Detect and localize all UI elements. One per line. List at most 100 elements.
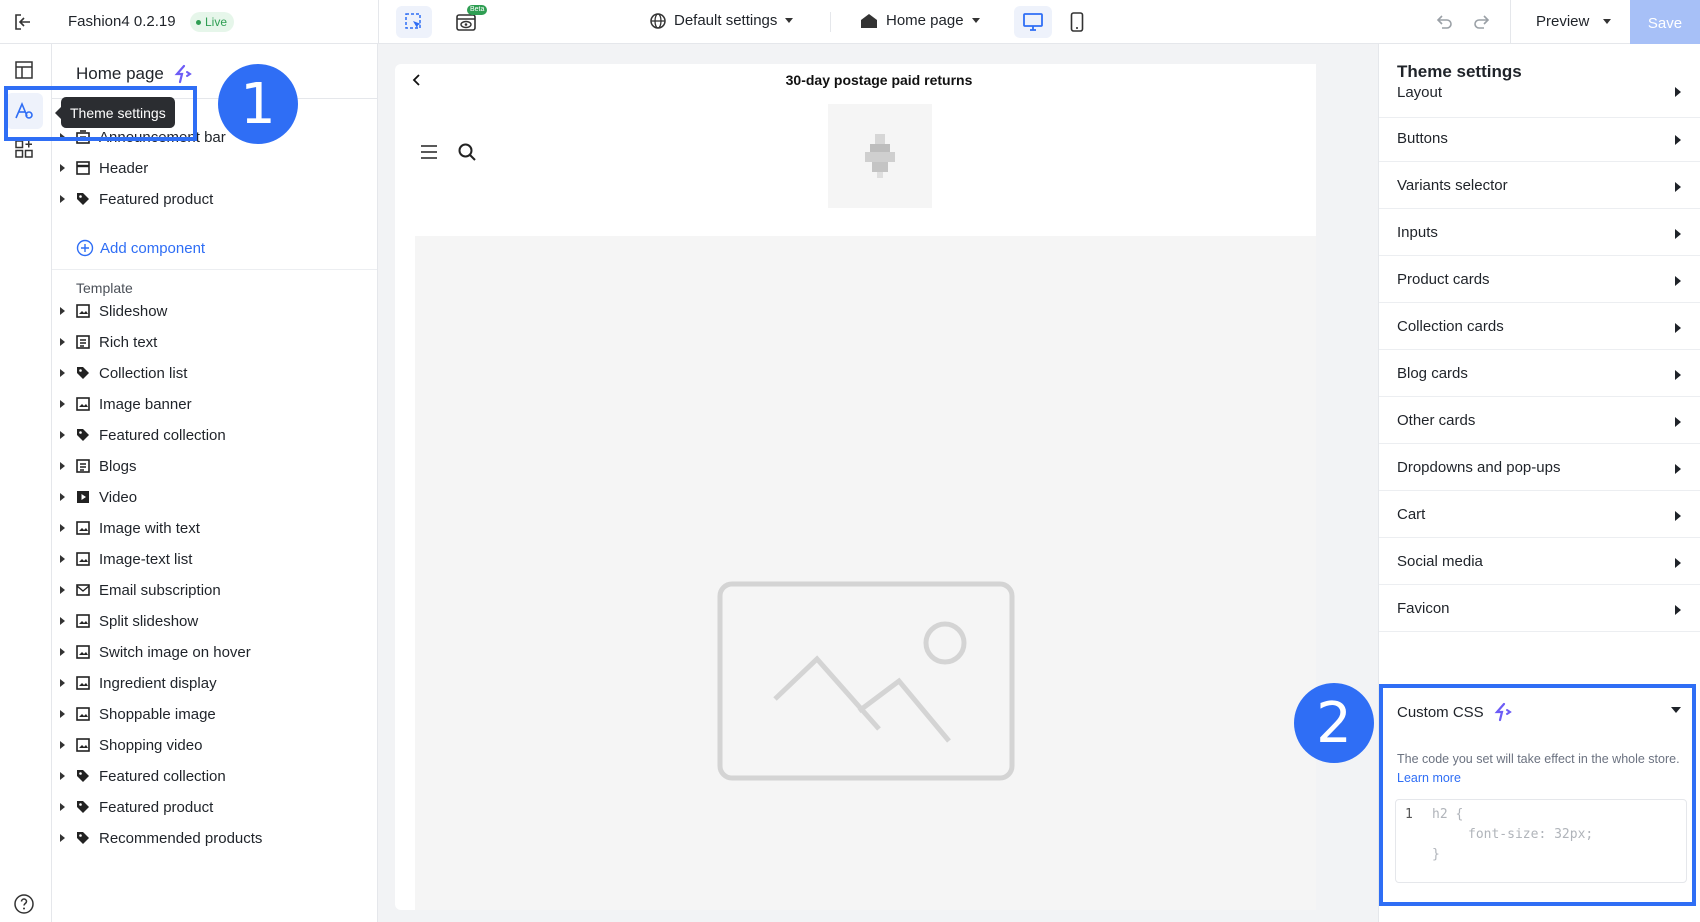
settings-row[interactable]: Layout xyxy=(1379,71,1700,118)
section-item[interactable]: Featured collection xyxy=(60,423,226,447)
chevron-right-icon xyxy=(1675,464,1681,474)
settings-row[interactable]: Dropdowns and pop-ups xyxy=(1379,444,1700,491)
settings-row[interactable]: Cart xyxy=(1379,491,1700,538)
undo-icon[interactable] xyxy=(1434,12,1454,32)
expand-triangle-icon[interactable] xyxy=(60,710,65,718)
section-item[interactable]: Featured product xyxy=(60,795,213,819)
live-badge: Live xyxy=(190,12,235,32)
preview-dropdown[interactable]: Preview xyxy=(1536,13,1612,30)
page-label: Home page xyxy=(886,12,964,29)
settings-row[interactable]: Blog cards xyxy=(1379,350,1700,397)
expand-triangle-icon[interactable] xyxy=(60,679,65,687)
tag-icon xyxy=(75,768,91,784)
section-item[interactable]: Blogs xyxy=(60,454,137,478)
section-label: Shopping video xyxy=(99,736,203,754)
expand-triangle-icon[interactable] xyxy=(60,524,65,532)
store-logo[interactable] xyxy=(828,104,932,208)
expand-triangle-icon[interactable] xyxy=(60,307,65,315)
section-item[interactable]: Image with text xyxy=(60,516,200,540)
settings-row-label: Other cards xyxy=(1397,411,1476,429)
expand-triangle-icon[interactable] xyxy=(60,772,65,780)
section-item[interactable]: Featured collection xyxy=(60,764,226,788)
market-dropdown[interactable]: Default settings xyxy=(650,12,794,29)
expand-triangle-icon[interactable] xyxy=(60,369,65,377)
theme-title: Fashion4 0.2.19 xyxy=(68,13,176,30)
settings-row-label: Variants selector xyxy=(1397,176,1508,194)
text-block-icon xyxy=(75,458,91,474)
section-item[interactable]: Video xyxy=(60,485,137,509)
settings-row-label: Product cards xyxy=(1397,270,1490,288)
help-icon[interactable] xyxy=(13,893,35,915)
chevron-right-icon xyxy=(1675,417,1681,427)
section-label: Switch image on hover xyxy=(99,643,251,661)
expand-triangle-icon[interactable] xyxy=(60,195,65,203)
sections-icon[interactable] xyxy=(12,58,36,82)
section-item[interactable]: Image-text list xyxy=(60,547,192,571)
highlight-box-2 xyxy=(1379,684,1696,906)
slideshow-placeholder[interactable] xyxy=(415,236,1343,910)
expand-triangle-icon[interactable] xyxy=(60,400,65,408)
desktop-view-button[interactable] xyxy=(1014,6,1052,38)
section-item[interactable]: Recommended products xyxy=(60,826,262,850)
section-item[interactable]: Image banner xyxy=(60,392,192,416)
section-item[interactable]: Shoppable image xyxy=(60,702,216,726)
expand-triangle-icon[interactable] xyxy=(60,338,65,346)
section-item[interactable]: Shopping video xyxy=(60,733,202,757)
save-button[interactable]: Save xyxy=(1630,0,1700,47)
settings-row[interactable]: Product cards xyxy=(1379,256,1700,303)
image-icon xyxy=(75,613,91,629)
page-title: Home page xyxy=(76,64,164,83)
section-item[interactable]: Featured product xyxy=(60,187,213,211)
section-item[interactable]: Email subscription xyxy=(60,578,221,602)
expand-triangle-icon[interactable] xyxy=(60,586,65,594)
section-item[interactable]: Switch image on hover xyxy=(60,640,251,664)
exit-editor-icon[interactable] xyxy=(12,11,34,33)
settings-row[interactable]: Favicon xyxy=(1379,585,1700,632)
expand-triangle-icon[interactable] xyxy=(60,431,65,439)
settings-row[interactable]: Inputs xyxy=(1379,209,1700,256)
settings-row[interactable]: Other cards xyxy=(1379,397,1700,444)
search-icon[interactable] xyxy=(457,142,479,164)
section-item[interactable]: Slideshow xyxy=(60,299,167,323)
hamburger-menu-icon[interactable] xyxy=(419,143,441,163)
expand-triangle-icon[interactable] xyxy=(60,493,65,501)
expand-triangle-icon[interactable] xyxy=(60,803,65,811)
section-item[interactable]: Collection list xyxy=(60,361,187,385)
divider xyxy=(52,269,377,270)
section-item[interactable]: Split slideshow xyxy=(60,609,198,633)
page-dropdown[interactable]: Home page xyxy=(860,12,980,29)
plus-circle-icon xyxy=(76,239,94,257)
expand-triangle-icon[interactable] xyxy=(60,555,65,563)
expand-triangle-icon[interactable] xyxy=(60,834,65,842)
ai-sparkle-icon[interactable] xyxy=(172,64,192,84)
image-icon xyxy=(75,644,91,660)
store-preview[interactable]: 30-day postage paid returns xyxy=(395,64,1363,910)
expand-triangle-icon[interactable] xyxy=(60,617,65,625)
section-item[interactable]: Ingredient display xyxy=(60,671,217,695)
chevron-left-icon[interactable] xyxy=(409,72,425,88)
settings-row-label: Dropdowns and pop-ups xyxy=(1397,458,1561,476)
expand-triangle-icon[interactable] xyxy=(60,648,65,656)
section-item[interactable]: Header xyxy=(60,156,148,180)
market-label: Default settings xyxy=(674,12,778,29)
section-label: Video xyxy=(99,488,138,506)
section-label: Header xyxy=(99,159,149,177)
announcement-bar[interactable]: 30-day postage paid returns xyxy=(395,64,1363,96)
settings-row[interactable]: Buttons xyxy=(1379,115,1700,162)
expand-triangle-icon[interactable] xyxy=(60,164,65,172)
expand-triangle-icon[interactable] xyxy=(60,741,65,749)
home-icon xyxy=(861,13,877,28)
image-icon xyxy=(75,396,91,412)
section-item[interactable]: Rich text xyxy=(60,330,157,354)
select-element-button[interactable] xyxy=(396,6,432,38)
settings-row[interactable]: Collection cards xyxy=(1379,303,1700,350)
settings-row[interactable]: Variants selector xyxy=(1379,162,1700,209)
redo-icon[interactable] xyxy=(1472,12,1492,32)
expand-triangle-icon[interactable] xyxy=(60,462,65,470)
divider xyxy=(378,0,379,44)
add-component-button[interactable]: Add component xyxy=(76,239,205,257)
chevron-down-icon xyxy=(971,18,980,23)
settings-row-label: Layout xyxy=(1397,84,1443,101)
settings-row[interactable]: Social media xyxy=(1379,538,1700,585)
mobile-view-button[interactable] xyxy=(1058,6,1096,38)
